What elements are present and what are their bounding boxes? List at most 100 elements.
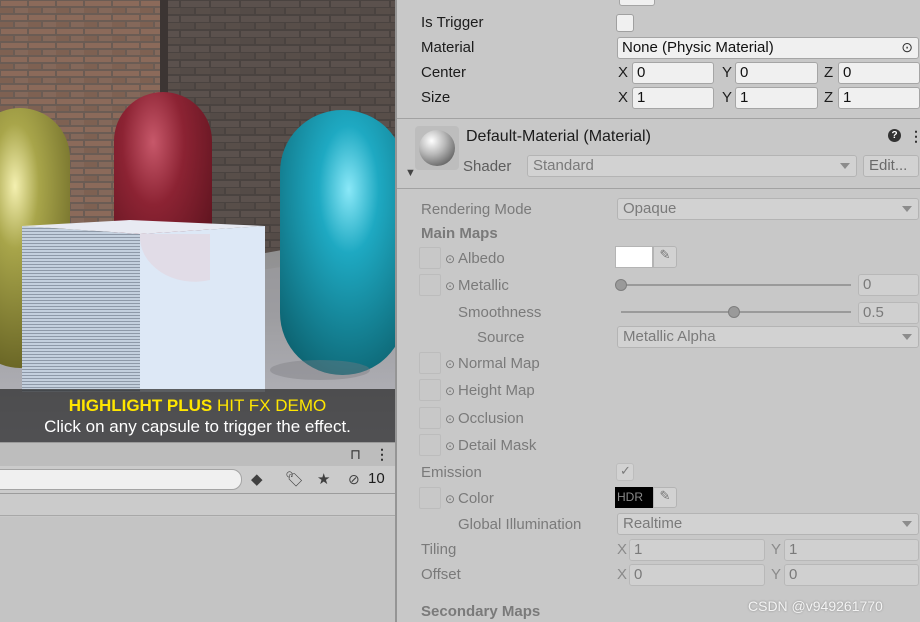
chevron-down-icon <box>902 334 912 340</box>
physic-material-field[interactable]: None (Physic Material) ⊙ <box>617 37 919 59</box>
caption-instruction: Click on any capsule to trigger the effe… <box>44 417 351 436</box>
emission-checkbox[interactable]: ✓ <box>616 463 634 481</box>
center-z-field[interactable]: 0 <box>838 62 920 84</box>
rendering-mode-dropdown[interactable]: Opaque <box>617 198 919 220</box>
chevron-down-icon <box>902 206 912 212</box>
texture-picker-icon[interactable]: ⊙ <box>445 279 455 293</box>
material-sphere-icon <box>419 130 455 166</box>
tiling-x-label: X <box>617 541 628 558</box>
demo-caption: HIGHLIGHT PLUS HIT FX DEMO Click on any … <box>0 389 395 442</box>
tiling-y-field[interactable]: 1 <box>784 539 919 561</box>
project-toolbar: ◆ 🏷 ★ ⊘ 10 <box>0 466 395 494</box>
caption-title-bold: HIGHLIGHT PLUS <box>68 396 213 415</box>
emission-texture-slot[interactable] <box>419 487 441 509</box>
center-x-label: X <box>618 64 629 81</box>
lock-icon[interactable]: ⊓ <box>350 446 361 463</box>
is-trigger-checkbox[interactable] <box>616 14 634 32</box>
global-illumination-value: Realtime <box>623 515 683 532</box>
main-maps-heading: Main Maps <box>421 225 498 242</box>
metallic-slider-track[interactable] <box>621 284 851 286</box>
height-map-texture-slot[interactable] <box>419 379 441 401</box>
eyedropper-icon[interactable]: ✎ <box>653 246 677 268</box>
metallic-slider-thumb[interactable] <box>615 279 627 291</box>
filter-by-type-icon[interactable]: ◆ <box>251 470 263 488</box>
emission-label: Emission <box>421 464 482 481</box>
global-illumination-dropdown[interactable]: Realtime <box>617 513 919 535</box>
search-input[interactable] <box>0 469 242 490</box>
size-x-field[interactable]: 1 <box>632 87 714 109</box>
global-illumination-label: Global Illumination <box>458 516 582 533</box>
rendering-mode-label: Rendering Mode <box>421 201 532 218</box>
offset-x-field[interactable]: 0 <box>629 564 765 586</box>
metallic-label: Metallic <box>458 277 509 294</box>
occlusion-label: Occlusion <box>458 410 524 427</box>
shader-label: Shader <box>463 158 512 175</box>
project-tab-bar: ⊓ ⋮ <box>0 442 395 466</box>
metallic-texture-slot[interactable] <box>419 274 441 296</box>
offset-y-field[interactable]: 0 <box>784 564 919 586</box>
center-y-field[interactable]: 0 <box>735 62 818 84</box>
size-z-field[interactable]: 1 <box>838 87 920 109</box>
watermark-text: CSDN @v949261770 <box>748 598 883 614</box>
eyedropper-icon[interactable]: ✎ <box>653 487 677 508</box>
checkmark-icon: ✓ <box>620 463 631 478</box>
material-preview[interactable] <box>415 126 459 170</box>
hidden-packages-count: 10 <box>368 470 385 487</box>
smoothness-slider-thumb[interactable] <box>728 306 740 318</box>
source-label: Source <box>477 329 525 346</box>
normal-map-texture-slot[interactable] <box>419 352 441 374</box>
secondary-maps-heading: Secondary Maps <box>421 603 541 620</box>
tiling-x-field[interactable]: 1 <box>629 539 765 561</box>
foldout-arrow-icon[interactable]: ▼ <box>405 167 416 179</box>
project-content-area[interactable] <box>0 517 395 622</box>
is-trigger-label: Is Trigger <box>421 14 484 31</box>
smoothness-value-field[interactable]: 0.5 <box>858 302 919 324</box>
albedo-texture-slot[interactable] <box>419 247 441 269</box>
hidden-eye-icon[interactable]: ⊘ <box>348 471 360 488</box>
source-value: Metallic Alpha <box>623 328 716 345</box>
normal-map-label: Normal Map <box>458 355 540 372</box>
center-x-field[interactable]: 0 <box>632 62 714 84</box>
albedo-color-swatch[interactable] <box>615 246 653 268</box>
detail-mask-label: Detail Mask <box>458 437 537 454</box>
component-separator <box>397 118 920 119</box>
more-menu-icon[interactable]: ⋮ <box>375 446 389 463</box>
texture-picker-icon[interactable]: ⊙ <box>445 252 455 266</box>
chevron-down-icon <box>902 521 912 527</box>
metallic-value-field[interactable]: 0 <box>858 274 919 296</box>
tiling-label: Tiling <box>421 541 457 558</box>
help-icon[interactable]: ? <box>888 129 901 142</box>
favorites-star-icon[interactable]: ★ <box>317 470 330 488</box>
size-y-field[interactable]: 1 <box>735 87 818 109</box>
edit-collider-button[interactable] <box>619 0 655 6</box>
emission-color-label: Color <box>458 490 494 507</box>
smoothness-source-dropdown[interactable]: Metallic Alpha <box>617 326 919 348</box>
caption-title: HIGHLIGHT PLUS HIT FX DEMO <box>0 395 395 416</box>
offset-y-label: Y <box>771 566 782 583</box>
texture-picker-icon[interactable]: ⊙ <box>445 357 455 371</box>
texture-picker-icon[interactable]: ⊙ <box>445 492 455 506</box>
tiling-y-label: Y <box>771 541 782 558</box>
edit-shader-button[interactable]: Edit... <box>863 155 919 177</box>
detail-mask-texture-slot[interactable] <box>419 434 441 456</box>
texture-picker-icon[interactable]: ⊙ <box>445 384 455 398</box>
inspector-panel: Is Trigger Material None (Physic Materia… <box>397 0 920 622</box>
caption-title-rest: HIT FX DEMO <box>212 396 327 415</box>
physic-material-value: None (Physic Material) <box>622 39 774 56</box>
center-z-label: Z <box>824 64 834 81</box>
texture-picker-icon[interactable]: ⊙ <box>445 439 455 453</box>
shader-value: Standard <box>533 157 594 174</box>
project-breadcrumb-area <box>0 494 395 516</box>
component-menu-icon[interactable]: ⋮ <box>909 128 920 145</box>
size-y-label: Y <box>722 89 733 106</box>
height-map-label: Height Map <box>458 382 535 399</box>
occlusion-texture-slot[interactable] <box>419 407 441 429</box>
emission-color-swatch[interactable]: HDR <box>615 487 653 508</box>
game-view[interactable]: HIGHLIGHT PLUS HIT FX DEMO Click on any … <box>0 0 395 442</box>
shader-dropdown[interactable]: Standard <box>527 155 857 177</box>
texture-picker-icon[interactable]: ⊙ <box>445 412 455 426</box>
chevron-down-icon <box>840 163 850 169</box>
size-x-label: X <box>618 89 629 106</box>
filter-by-label-icon[interactable]: 🏷 <box>285 470 304 488</box>
object-picker-icon[interactable]: ⊙ <box>901 39 913 56</box>
